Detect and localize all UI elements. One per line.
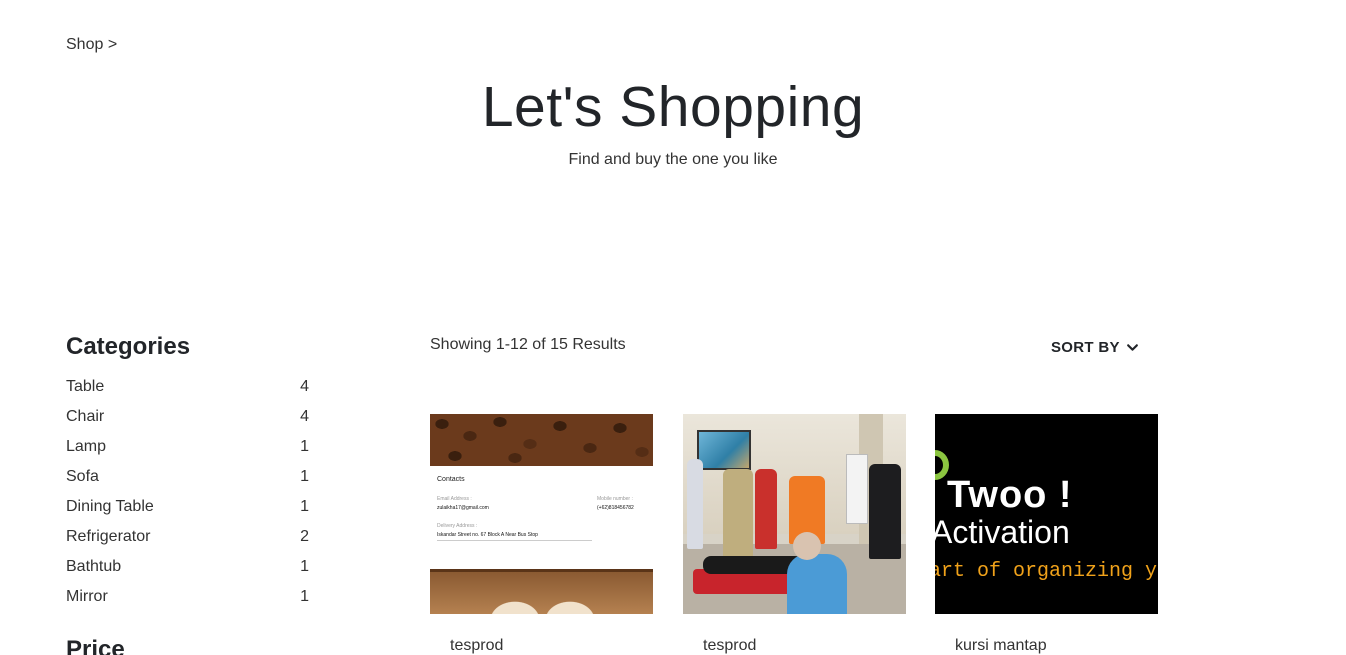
category-item-refrigerator[interactable]: Refrigerator 2: [66, 527, 309, 557]
image-text-mobile-value: (+62)818456782: [597, 505, 634, 511]
category-count: 2: [300, 528, 309, 545]
product-image[interactable]: [683, 414, 906, 614]
person-graphic: [793, 532, 821, 560]
category-label: Dining Table: [66, 498, 154, 515]
contacts-document-graphic: Contacts Email Address : zulaikha17@gmai…: [430, 466, 653, 569]
category-item-chair[interactable]: Chair 4: [66, 407, 309, 437]
category-count: 4: [300, 408, 309, 425]
category-count: 1: [300, 498, 309, 515]
sort-by-label: SORT BY: [1051, 339, 1120, 356]
hero: Let's Shopping Find and buy the one you …: [0, 74, 1346, 169]
image-text-line1: Twoo !: [947, 474, 1073, 516]
categories-heading: Categories: [66, 333, 191, 360]
latte-art-graphic: [430, 569, 653, 614]
category-item-lamp[interactable]: Lamp 1: [66, 437, 309, 467]
person-graphic: [869, 464, 901, 559]
image-text-mobile-label: Mobile number :: [597, 496, 633, 502]
wall-screen-graphic: [697, 430, 751, 470]
category-label: Sofa: [66, 468, 99, 485]
chevron-down-icon: [1126, 344, 1138, 351]
coffee-beans-graphic: [430, 414, 653, 466]
image-text-address-value: Iskandar Street no. 67 Block A Near Bus …: [437, 532, 592, 541]
category-count: 1: [300, 438, 309, 455]
air-conditioner-graphic: [846, 454, 868, 524]
product-card[interactable]: Twoo ! Activation art of organizing y ku…: [935, 414, 1158, 654]
product-name[interactable]: tesprod: [703, 637, 756, 655]
category-item-table[interactable]: Table 4: [66, 377, 309, 407]
person-graphic: [787, 554, 847, 614]
image-text-address-label: Delivery Address :: [437, 523, 478, 529]
sort-by-dropdown[interactable]: SORT BY: [1051, 339, 1139, 356]
category-label: Mirror: [66, 588, 108, 605]
category-count: 4: [300, 378, 309, 395]
category-item-mirror[interactable]: Mirror 1: [66, 587, 309, 617]
page-title: Let's Shopping: [481, 75, 865, 139]
product-card[interactable]: Contacts Email Address : zulaikha17@gmai…: [430, 414, 653, 654]
image-text-line2: Activation: [935, 514, 1070, 550]
image-text-email-value: zulaikha17@gmail.com: [437, 505, 489, 511]
product-name[interactable]: tesprod: [450, 637, 503, 655]
image-text-email-label: Email Address :: [437, 496, 472, 502]
price-heading: Price: [66, 636, 125, 655]
product-image[interactable]: Contacts Email Address : zulaikha17@gmai…: [430, 414, 653, 614]
results-count: Showing 1-12 of 15 Results: [430, 336, 626, 353]
category-label: Lamp: [66, 438, 107, 455]
category-list: Table 4 Chair 4 Lamp 1 Sofa 1 Dining Tab…: [66, 377, 309, 617]
category-label: Refrigerator: [66, 528, 151, 545]
person-graphic: [687, 459, 703, 549]
page-subtitle: Find and buy the one you like: [568, 151, 778, 168]
category-count: 1: [300, 588, 309, 605]
category-count: 1: [300, 558, 309, 575]
person-graphic: [723, 469, 753, 569]
product-card[interactable]: tesprod: [683, 414, 906, 654]
image-text-line3: art of organizing y: [935, 560, 1158, 583]
category-label: Bathtub: [66, 558, 122, 575]
person-graphic: [755, 469, 777, 549]
breadcrumb[interactable]: Shop >: [66, 36, 117, 54]
image-text-heading: Contacts: [437, 476, 465, 483]
category-item-sofa[interactable]: Sofa 1: [66, 467, 309, 497]
product-name[interactable]: kursi mantap: [955, 637, 1047, 655]
category-item-dining-table[interactable]: Dining Table 1: [66, 497, 309, 527]
category-count: 1: [300, 468, 309, 485]
category-label: Chair: [66, 408, 105, 425]
category-label: Table: [66, 378, 105, 395]
product-image[interactable]: Twoo ! Activation art of organizing y: [935, 414, 1158, 614]
category-item-bathtub[interactable]: Bathtub 1: [66, 557, 309, 587]
